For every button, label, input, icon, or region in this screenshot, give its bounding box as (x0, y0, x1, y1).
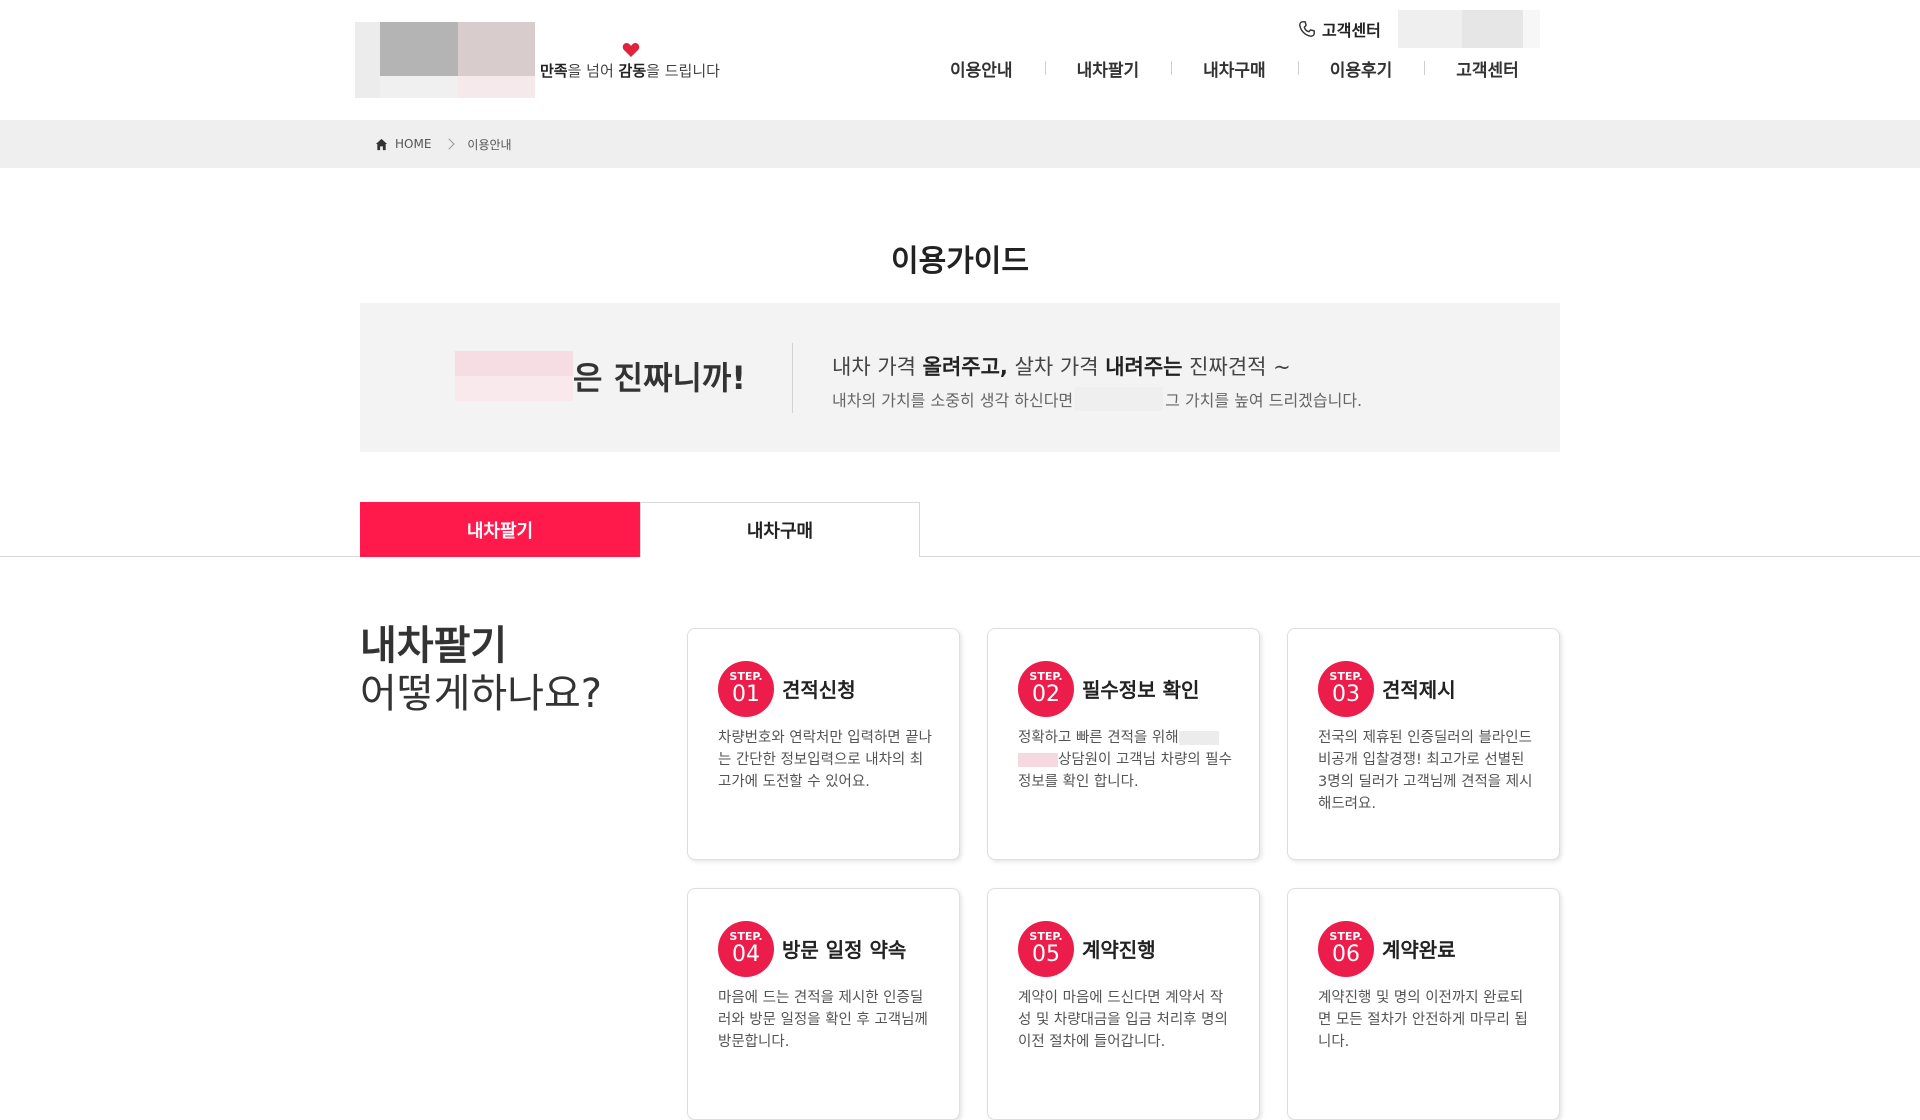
breadcrumb-home[interactable]: HOME (395, 137, 431, 151)
step-card-05: STEP. 05 계약진행 계약이 마음에 드신다면 계약서 작성 및 차량대금… (987, 888, 1260, 1120)
step-title: 방문 일정 약속 (782, 938, 907, 962)
step-desc: 계약이 마음에 드신다면 계약서 작성 및 차량대금을 입금 처리후 명의 이전… (1018, 990, 1228, 1050)
step-desc: 차량번호와 연락처만 입력하면 끝나는 간단한 정보입력으로 내차의 최고가에 … (718, 730, 932, 790)
phone-icon (1299, 21, 1315, 37)
step-title: 견적제시 (1382, 678, 1456, 702)
step-title: 계약완료 (1382, 938, 1456, 962)
step-badge: STEP. 03 (1318, 661, 1374, 717)
step-badge: STEP. 02 (1018, 661, 1074, 717)
banner-headline: 내차 가격 올려주고, 살차 가격 내려주는 진짜견적 ~ (832, 355, 1291, 379)
step-badge: STEP. 01 (718, 661, 774, 717)
customer-center-number-redacted (1398, 10, 1540, 48)
customer-center-label: 고객센터 (1322, 21, 1381, 40)
step-title: 필수정보 확인 (1082, 678, 1200, 702)
howto-heading-line2: 어떻게하나요? (360, 671, 603, 717)
breadcrumb: HOME 이용안내 (375, 120, 512, 168)
howto-heading-line1: 내차팔기 (360, 623, 508, 669)
howto-heading: 내차팔기 어떻게하나요? (360, 622, 602, 718)
step-card-02: STEP. 02 필수정보 확인 정확하고 빠른 견적을 위해 상담원이 고객님… (987, 628, 1260, 860)
breadcrumb-bar: HOME 이용안내 (0, 120, 1920, 168)
brand-name-redacted (1178, 731, 1219, 745)
banner-claim: 은 진짜니까! (573, 359, 746, 397)
step-card-04: STEP. 04 방문 일정 약속 마음에 드는 견적을 제시한 인증딜러와 방… (687, 888, 960, 1120)
brand-name-redacted (455, 351, 573, 401)
banner-copy: 내차 가격 올려주고, 살차 가격 내려주는 진짜견적 ~ 내차의 가치를 소중… (832, 351, 1362, 411)
banner-subline: 내차의 가치를 소중히 생각 하신다면 그 가치를 높여 드리겠습니다. (832, 387, 1362, 411)
step-desc: 전국의 제휴된 인증딜러의 블라인드 비공개 입찰경쟁! 최고가로 선별된 3명… (1318, 730, 1533, 812)
main-nav: 이용안내 내차팔기 내차구매 이용후기 고객센터 (918, 56, 1551, 81)
step-title: 계약진행 (1082, 938, 1156, 962)
nav-item-reviews[interactable]: 이용후기 (1297, 56, 1425, 81)
chevron-right-icon (443, 138, 456, 150)
customer-center-link[interactable]: 고객센터 (1298, 16, 1381, 42)
step-card-03: STEP. 03 견적제시 전국의 제휴된 인증딜러의 블라인드 비공개 입찰경… (1287, 628, 1560, 860)
step-desc: 계약진행 및 명의 이전까지 완료되면 모든 절차가 안전하게 마무리 됩니다. (1318, 990, 1528, 1050)
intro-banner: 은 진짜니까! 내차 가격 올려주고, 살차 가격 내려주는 진짜견적 ~ 내차… (360, 303, 1560, 452)
brand-name-redacted (1075, 387, 1164, 411)
nav-item-support[interactable]: 고객센터 (1424, 56, 1551, 81)
home-icon[interactable] (375, 138, 388, 151)
banner-claim-area: 은 진짜니까! (455, 351, 746, 401)
step-badge: STEP. 06 (1318, 921, 1374, 977)
step-desc: 정확하고 빠른 견적을 위해 상담원이 고객님 차량의 필수정보를 확인 합니다… (1018, 730, 1232, 790)
nav-item-sell[interactable]: 내차팔기 (1044, 56, 1172, 81)
nav-item-buy[interactable]: 내차구매 (1171, 56, 1298, 81)
banner-divider (792, 343, 793, 413)
tab-buy[interactable]: 내차구매 (640, 502, 920, 557)
heart-icon (622, 43, 640, 57)
tab-underline (0, 556, 1920, 557)
breadcrumb-current: 이용안내 (467, 137, 512, 152)
brand-name-redacted (1018, 753, 1058, 767)
step-card-01: STEP. 01 견적신청 차량번호와 연락처만 입력하면 끝나는 간단한 정보… (687, 628, 960, 860)
site-slogan: 만족을 넘어 감동을 드립니다 (540, 62, 720, 80)
step-card-06: STEP. 06 계약완료 계약진행 및 명의 이전까지 완료되면 모든 절차가… (1287, 888, 1560, 1120)
step-badge: STEP. 05 (1018, 921, 1074, 977)
step-badge: STEP. 04 (718, 921, 774, 977)
nav-item-guide[interactable]: 이용안내 (918, 56, 1045, 81)
page-title: 이용가이드 (891, 244, 1029, 279)
step-desc: 마음에 드는 견적을 제시한 인증딜러와 방문 일정을 확인 후 고객님께 방문… (718, 990, 928, 1050)
site-logo[interactable] (355, 22, 535, 98)
tab-sell[interactable]: 내차팔기 (360, 502, 640, 557)
site-header: 만족을 넘어 감동을 드립니다 고객센터 이용안내 내차팔기 내차구매 이용후기… (0, 0, 1920, 120)
step-title: 견적신청 (782, 678, 856, 702)
